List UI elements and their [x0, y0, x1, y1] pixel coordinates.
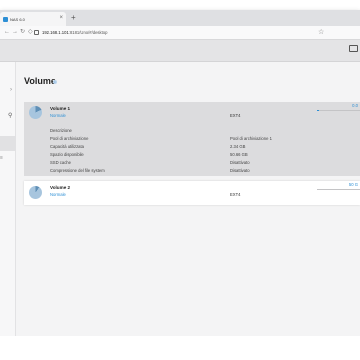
volume-card-2[interactable]: Volume 2 Normale EXT4 50 G — [24, 181, 360, 205]
detail-label: Pool di archiviazione — [50, 136, 89, 141]
volume-filesystem: EXT4 — [230, 192, 241, 197]
page-title: Volume — [24, 76, 56, 86]
app-header — [0, 40, 360, 62]
new-tab-icon[interactable]: + — [71, 13, 76, 22]
close-icon[interactable]: × — [59, 14, 63, 23]
url-field[interactable]: 192.168.1.101:8181/Uno/#/desktop — [42, 30, 107, 35]
back-icon[interactable]: ← — [4, 28, 10, 37]
tab-title: NAS 6.0 — [10, 16, 25, 22]
usage-text: 50 G — [348, 182, 358, 187]
sidebar-item-volumes[interactable] — [0, 136, 16, 151]
detail-value: Disattivato — [230, 160, 250, 165]
usage-fill — [317, 110, 320, 111]
volume-card-1[interactable]: Volume 1 Normale EXT4 0.0 Descrizione Po… — [24, 102, 360, 176]
search-icon[interactable]: ⚲ — [8, 112, 12, 120]
forward-icon[interactable]: → — [12, 28, 18, 37]
detail-label: Descrizione — [50, 128, 72, 133]
reload-icon[interactable]: ↻ — [20, 28, 25, 37]
detail-label: SSD cache — [50, 160, 71, 165]
browser-window: NAS 6.0 × + ← → ↻ ◇ 192.168.1.101:8181/U… — [0, 10, 360, 336]
volume-name: Volume 2 — [50, 185, 71, 190]
detail-value: 50.66 GB — [230, 152, 248, 157]
volume-usage-pie-icon — [29, 186, 42, 199]
volume-usage-pie-icon — [29, 106, 42, 119]
browser-tab[interactable]: NAS 6.0 × — [0, 12, 66, 26]
usage-bar — [317, 189, 360, 190]
lock-icon[interactable] — [34, 30, 39, 35]
detail-value: 2.34 GB — [230, 144, 246, 149]
url-path: :8181/Uno/#/desktop — [68, 30, 108, 35]
chat-icon[interactable] — [349, 45, 358, 52]
detail-value: Pool di archiviazione 1 — [230, 136, 272, 141]
info-icon[interactable]: i — [53, 80, 57, 84]
volume-status[interactable]: Normale — [50, 113, 66, 118]
address-toolbar: ← → ↻ ◇ 192.168.1.101:8181/Uno/#/desktop… — [0, 26, 360, 40]
volume-name: Volume 1 — [50, 106, 71, 111]
detail-value: Disattivato — [230, 168, 250, 173]
desktop-background — [0, 336, 360, 360]
sidebar: › ⚲ ≡ — [0, 62, 16, 336]
shield-icon[interactable]: ◇ — [28, 28, 33, 37]
detail-label: Capacità utilizzata — [50, 144, 84, 149]
volume-filesystem: EXT4 — [230, 113, 241, 118]
usage-bar — [317, 110, 360, 111]
bookmark-star-icon[interactable]: ☆ — [318, 28, 324, 37]
detail-label: Spazio disponibile — [50, 152, 84, 157]
url-host: 192.168.1.101 — [42, 30, 69, 35]
sidebar-item-icon[interactable]: ≡ — [0, 154, 3, 162]
volume-status[interactable]: Normale — [50, 192, 66, 197]
expand-arrow-icon[interactable]: › — [10, 86, 12, 94]
tab-strip: NAS 6.0 × + — [0, 10, 360, 26]
app-favicon-icon — [3, 16, 8, 22]
detail-label: Compressione del file system — [50, 168, 105, 173]
usage-text: 0.0 — [352, 103, 358, 108]
